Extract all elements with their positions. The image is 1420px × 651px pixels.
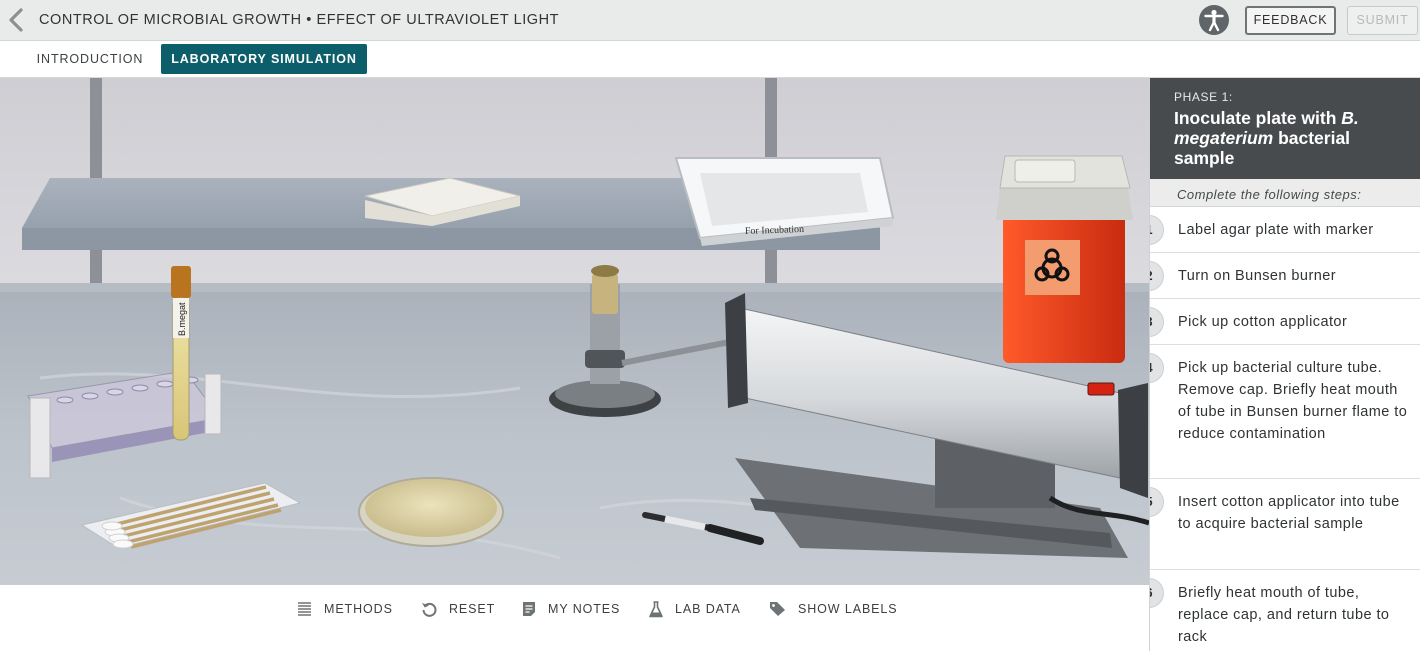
- notes-icon: [523, 602, 535, 616]
- accessibility-icon: [1204, 9, 1224, 32]
- show-labels-label: SHOW LABELS: [798, 602, 898, 616]
- lab-scene: For Incubation B.megat: [0, 78, 1149, 585]
- step-6: 6 Briefly heat mouth of tube, replace ca…: [1150, 570, 1420, 651]
- step-text: Insert cotton applicator into tube to ac…: [1178, 494, 1400, 532]
- step-text: Label agar plate with marker: [1178, 222, 1374, 238]
- phase-header: PHASE 1: Inoculate plate with B. megater…: [1150, 78, 1420, 179]
- tag-icon: [770, 602, 785, 616]
- step-1: 1 Label agar plate with marker: [1150, 207, 1420, 253]
- top-bar: CONTROL OF MICROBIAL GROWTH • EFFECT OF …: [0, 0, 1420, 41]
- tab-introduction[interactable]: INTRODUCTION: [26, 44, 154, 74]
- app-title: CONTROL OF MICROBIAL GROWTH • EFFECT OF …: [39, 12, 560, 28]
- step-4: 4 Pick up bacterial culture tube. Remove…: [1150, 345, 1420, 479]
- bacterial-culture-tube[interactable]: B.megat: [171, 266, 191, 441]
- accessibility-button[interactable]: [1199, 5, 1229, 35]
- phase-label: PHASE 1:: [1174, 90, 1233, 104]
- step-5: 5 Insert cotton applicator into tube to …: [1150, 479, 1420, 570]
- lab-data-label: LAB DATA: [675, 602, 741, 616]
- step-3: 3 Pick up cotton applicator: [1150, 299, 1420, 345]
- tube-label: B.megat: [177, 302, 187, 336]
- agar-plate[interactable]: [358, 477, 504, 547]
- instructions-panel: PHASE 1: Inoculate plate with B. megater…: [1149, 78, 1420, 651]
- step-2: 2 Turn on Bunsen burner: [1150, 253, 1420, 299]
- back-button[interactable]: [6, 8, 28, 32]
- list-icon: [298, 602, 311, 616]
- submit-button: SUBMIT: [1347, 6, 1418, 35]
- tray-label: For Incubation: [745, 224, 805, 237]
- step-text: Pick up bacterial culture tube. Remove c…: [1178, 360, 1408, 442]
- my-notes-button[interactable]: MY NOTES: [522, 599, 620, 619]
- steps-intro: Complete the following steps:: [1150, 179, 1420, 207]
- phase-title: Inoculate plate with B. megaterium bacte…: [1174, 108, 1404, 168]
- lab-scene-illustration: For Incubation B.megat: [0, 78, 1149, 585]
- my-notes-label: MY NOTES: [548, 602, 621, 616]
- lab-data-button[interactable]: LAB DATA: [649, 599, 741, 619]
- flask-icon: [649, 600, 663, 617]
- biohazard-container[interactable]: [996, 155, 1133, 363]
- tab-bar: INTRODUCTION LABORATORY SIMULATION: [0, 41, 1420, 78]
- step-text: Briefly heat mouth of tube, replace cap,…: [1178, 585, 1390, 645]
- phase-title-prefix: Inoculate plate with: [1174, 108, 1342, 128]
- tab-laboratory-simulation[interactable]: LABORATORY SIMULATION: [161, 44, 367, 74]
- step-text: Turn on Bunsen burner: [1178, 268, 1337, 284]
- step-text: Pick up cotton applicator: [1178, 314, 1348, 330]
- bottom-toolbar: METHODS RESET MY NOTES LAB DATA SHOW LAB…: [0, 585, 1149, 651]
- reset-button[interactable]: RESET: [421, 599, 495, 619]
- feedback-button[interactable]: FEEDBACK: [1245, 6, 1336, 35]
- methods-label: METHODS: [324, 602, 393, 616]
- reset-label: RESET: [449, 602, 496, 616]
- show-labels-button[interactable]: SHOW LABELS: [769, 599, 898, 619]
- reset-icon: [422, 602, 437, 617]
- methods-button[interactable]: METHODS: [297, 599, 393, 619]
- chevron-left-icon: [9, 8, 23, 32]
